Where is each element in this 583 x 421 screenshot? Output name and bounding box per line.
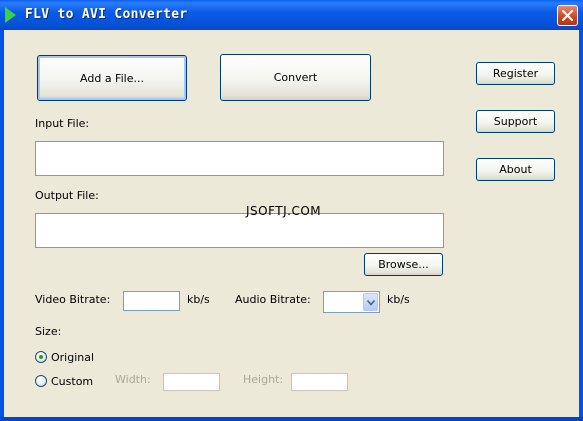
client-area: Add a File... Convert Register Support A… xyxy=(4,30,579,417)
original-radio[interactable] xyxy=(35,351,47,363)
chevron-down-icon xyxy=(367,300,375,306)
input-file-label: Input File: xyxy=(35,117,90,130)
custom-radio-label[interactable]: Custom xyxy=(51,375,93,388)
video-bitrate-label: Video Bitrate: xyxy=(35,293,111,306)
add-file-button[interactable]: Add a File... xyxy=(37,55,187,101)
custom-radio[interactable] xyxy=(35,375,47,387)
video-bitrate-unit: kb/s xyxy=(187,293,210,306)
about-button[interactable]: About xyxy=(476,158,555,181)
audio-bitrate-unit: kb/s xyxy=(387,293,410,306)
audio-bitrate-label: Audio Bitrate: xyxy=(235,293,311,306)
width-input[interactable] xyxy=(163,373,220,391)
close-button[interactable] xyxy=(557,5,578,26)
support-button[interactable]: Support xyxy=(476,110,555,133)
input-file-field[interactable] xyxy=(35,141,444,176)
title-bar[interactable]: FLV to AVI Converter xyxy=(0,0,583,30)
height-label: Height: xyxy=(243,373,284,386)
window-title: FLV to AVI Converter xyxy=(25,7,188,22)
height-input[interactable] xyxy=(291,373,348,391)
combo-dropdown-button[interactable] xyxy=(363,293,378,311)
audio-bitrate-select[interactable] xyxy=(323,291,380,313)
video-bitrate-input[interactable] xyxy=(123,291,180,311)
app-icon xyxy=(5,7,16,23)
width-label: Width: xyxy=(115,373,151,386)
original-radio-label[interactable]: Original xyxy=(51,351,94,364)
output-file-field[interactable] xyxy=(35,213,444,248)
convert-button[interactable]: Convert xyxy=(220,54,371,101)
register-button[interactable]: Register xyxy=(476,62,555,85)
browse-button[interactable]: Browse... xyxy=(364,253,443,276)
output-file-label: Output File: xyxy=(35,189,99,202)
radio-selected-dot xyxy=(39,355,43,359)
size-label: Size: xyxy=(35,325,62,338)
window-bottom-border xyxy=(0,417,583,421)
app-window: FLV to AVI Converter Add a File... Conve… xyxy=(0,0,583,421)
close-icon xyxy=(562,10,573,21)
watermark-text: JSOFTJ.COM xyxy=(246,204,322,218)
